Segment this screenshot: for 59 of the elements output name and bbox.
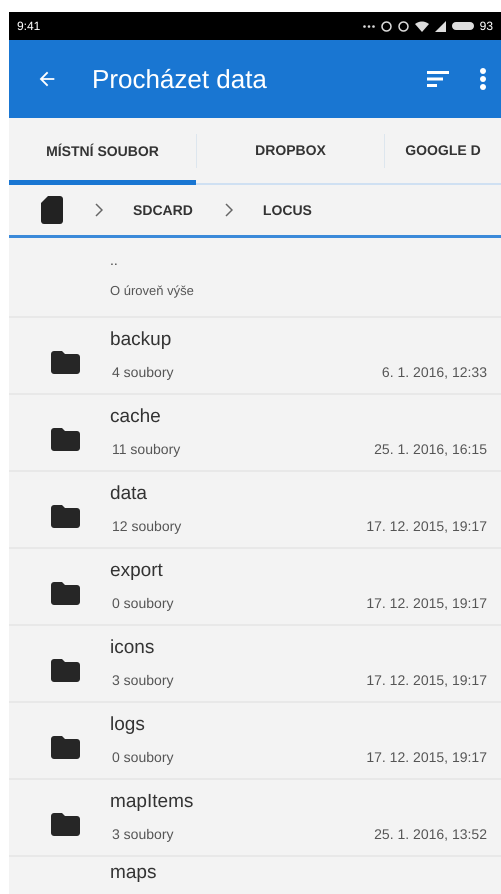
folder-name: export — [110, 559, 164, 583]
parent-folder-row[interactable]: .. O úroveň výše — [9, 238, 501, 318]
folder-name: icons — [110, 636, 156, 660]
folder-name: cache — [110, 405, 162, 429]
status-time: 9:41 — [17, 18, 40, 35]
folder-name: maps — [110, 861, 156, 885]
folder-row[interactable]: backup 4 soubory 6. 1. 2016, 12:33 — [9, 318, 501, 395]
folder-row[interactable]: export 0 soubory 17. 12. 2015, 19:17 — [9, 549, 501, 626]
screen-title: Procházet data — [92, 62, 267, 96]
battery-percent: 93 — [480, 18, 493, 35]
modified-date: 6. 1. 2016, 12:33 — [382, 362, 487, 382]
chevron-icon — [95, 203, 103, 217]
tab[interactable]: MÍSTNÍ SOUBOR — [9, 118, 196, 185]
file-count: 3 soubory — [112, 670, 174, 690]
file-count: 11 soubory — [112, 440, 180, 459]
folder-name: data — [110, 482, 148, 506]
modified-date: 25. 1. 2016, 13:52 — [374, 824, 487, 844]
folder-row[interactable]: cache 11 soubory 25. 1. 2016, 16:15 — [9, 395, 501, 472]
folder-icon — [51, 659, 80, 682]
breadcrumb-item[interactable]: SDCARD — [133, 200, 193, 220]
row-subtitle: O úroveň výše — [110, 282, 195, 300]
more-button[interactable] — [479, 67, 487, 91]
sort-icon — [427, 69, 449, 89]
file-count: 4 soubory — [112, 362, 174, 382]
battery-icon — [452, 22, 474, 30]
folder-name: logs — [110, 713, 146, 737]
folder-icon — [51, 351, 80, 374]
folder-icon — [51, 736, 80, 759]
chevron-icon — [224, 203, 233, 217]
folder-icon — [51, 813, 80, 836]
folder-icon — [51, 582, 80, 605]
tab[interactable]: DROPBOX — [197, 118, 384, 183]
folder-row[interactable]: mapItems 3 soubory 25. 1. 2016, 13:52 — [9, 780, 501, 857]
parent-marker: .. — [110, 253, 119, 268]
file-count: 0 soubory — [112, 748, 174, 767]
folder-name: mapItems — [110, 790, 194, 814]
more-notifications-icon — [362, 24, 375, 28]
folder-row[interactable]: logs 0 soubory 17. 12. 2015, 19:17 — [9, 703, 501, 780]
modified-date: 17. 12. 2015, 19:17 — [366, 594, 487, 613]
sd-card-icon[interactable] — [41, 196, 63, 224]
signal-icon — [434, 20, 446, 32]
modified-date: 17. 12. 2015, 19:17 — [366, 748, 487, 767]
wifi-icon — [414, 20, 429, 32]
folder-row[interactable]: maps — [9, 857, 501, 894]
modified-date: 17. 12. 2015, 19:17 — [366, 516, 487, 536]
tab[interactable]: GOOGLE D — [385, 118, 501, 183]
file-count: 3 soubory — [112, 824, 174, 844]
folder-icon — [51, 505, 80, 528]
folder-name: backup — [110, 328, 172, 352]
breadcrumb-item[interactable]: LOCUS — [262, 200, 312, 220]
sort-button[interactable] — [427, 69, 449, 89]
file-count: 0 soubory — [112, 594, 174, 613]
folder-row[interactable]: icons 3 soubory 17. 12. 2015, 19:17 — [9, 626, 501, 703]
folder-row[interactable]: data 12 soubory 17. 12. 2015, 19:17 — [9, 472, 501, 549]
modified-date: 25. 1. 2016, 16:15 — [374, 440, 487, 459]
modified-date: 17. 12. 2015, 19:17 — [366, 670, 487, 690]
more-vert-icon — [479, 67, 487, 91]
file-count: 12 soubory — [112, 516, 182, 536]
folder-icon — [51, 428, 80, 451]
